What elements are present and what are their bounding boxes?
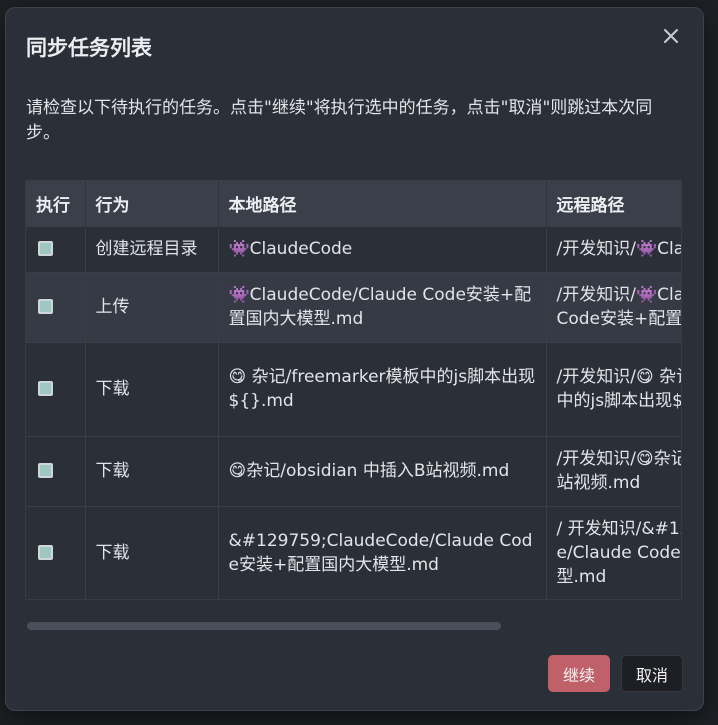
remote-path-cell: /开发知识/👾ClaudeCode [546,225,681,272]
remote-path-cell: /开发知识/😋 杂记/freemarker模板中的js脚本出现${}.md [546,341,681,436]
remote-path-cell: / 开发知识/&#129759;ClaudeCode/Claude Code安装… [546,505,681,599]
execute-checkbox[interactable] [38,299,53,314]
column-header-remote-path: 远程路径 [546,181,681,226]
dialog-title: 同步任务列表 [26,36,152,60]
action-cell: 上传 [85,271,219,342]
local-path-cell: 👾ClaudeCode [218,225,547,272]
execute-checkbox[interactable] [38,463,53,478]
table-row: 下载 😋 杂记/freemarker模板中的js脚本出现${}.md /开发知识… [26,341,681,436]
column-header-local-path: 本地路径 [218,181,547,226]
table-header-row: 执行 行为 本地路径 远程路径 [26,181,681,226]
execute-checkbox[interactable] [38,381,53,396]
execute-checkbox[interactable] [38,241,53,256]
table-row: 创建远程目录 👾ClaudeCode /开发知识/👾ClaudeCode [26,225,681,272]
close-icon[interactable] [661,26,681,46]
action-cell: 下载 [85,505,219,599]
execute-checkbox[interactable] [38,545,53,561]
table-row: 下载 😋杂记/obsidian 中插入B站视频.md /开发知识/😋杂记/obs… [26,435,681,506]
local-path-cell: 😋 杂记/freemarker模板中的js脚本出现${}.md [218,341,547,436]
horizontal-scrollbar[interactable] [27,622,501,630]
cancel-button[interactable]: 取消 [621,655,683,692]
remote-path-cell: /开发知识/👾ClaudeCode/Claude Code安装+配置国内大模型.… [546,271,681,342]
action-cell: 下载 [85,341,219,436]
execute-cell [26,271,86,342]
execute-cell [26,225,86,272]
task-table: 执行 行为 本地路径 远程路径 创建远程目录 👾ClaudeCode /开发知识… [25,180,682,600]
continue-button[interactable]: 继续 [548,655,610,692]
dialog-description: 请检查以下待执行的任务。点击"继续"将执行选中的任务，点击"取消"则跳过本次同步… [26,98,653,143]
execute-cell [26,341,86,436]
execute-cell [26,505,86,599]
remote-path-cell: /开发知识/😋杂记/obsidian 中插入B站视频.md [546,435,681,506]
column-header-action: 行为 [85,181,219,226]
action-cell: 创建远程目录 [85,225,219,272]
action-cell: 下载 [85,435,219,506]
table-row: 上传 👾ClaudeCode/Claude Code安装+配置国内大模型.md … [26,271,681,342]
execute-cell [26,435,86,506]
local-path-cell: 👾ClaudeCode/Claude Code安装+配置国内大模型.md [218,271,547,342]
table-row: 下载 &#129759;ClaudeCode/Claude Code安装+配置国… [26,505,681,599]
column-header-execute: 执行 [26,181,86,226]
local-path-cell: &#129759;ClaudeCode/Claude Code安装+配置国内大模… [218,505,547,599]
local-path-cell: 😋杂记/obsidian 中插入B站视频.md [218,435,547,506]
